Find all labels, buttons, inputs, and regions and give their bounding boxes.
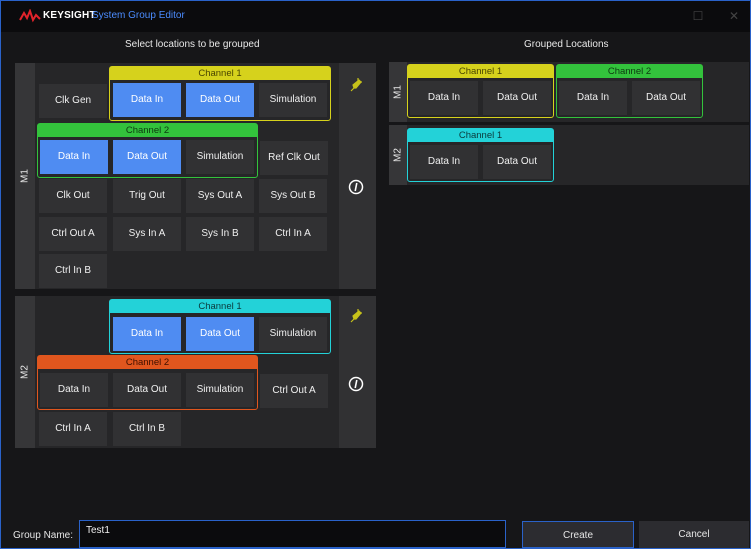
create-button[interactable]: Create (522, 521, 634, 548)
grouped-m1-ch1-data-out[interactable]: Data Out (483, 81, 551, 115)
m2-ctrl-in-b[interactable]: Ctrl In B (113, 412, 181, 446)
grouped-m1-label: M1 (389, 62, 407, 122)
left-caption: Select locations to be grouped (125, 39, 260, 50)
window-title: System Group Editor (92, 10, 185, 21)
m2-ch2-data-out[interactable]: Data Out (113, 373, 181, 407)
m1-channel1-title: Channel 1 (110, 67, 330, 80)
m1-channel2-title: Channel 2 (38, 124, 257, 137)
m1-ch1-simulation[interactable]: Simulation (259, 83, 327, 117)
grouped-m1-channel2-title: Channel 2 (557, 65, 702, 78)
grouped-m1-ch2-data-in[interactable]: Data In (559, 81, 627, 115)
module-m2-label: M2 (15, 296, 35, 448)
m2-channel1-title: Channel 1 (110, 300, 330, 313)
grouped-m2-label: M2 (389, 125, 407, 185)
keysight-logo-icon (19, 9, 41, 23)
m1-trig-out[interactable]: Trig Out (113, 179, 181, 213)
plug-icon[interactable] (348, 308, 364, 324)
m1-sys-out-b[interactable]: Sys Out B (259, 179, 327, 213)
brand-name: KEYSIGHT (43, 10, 96, 21)
m2-ctrl-out-a[interactable]: Ctrl Out A (260, 374, 328, 408)
grouped-m2-ch1-data-out[interactable]: Data Out (483, 145, 551, 179)
m1-sys-out-a[interactable]: Sys Out A (186, 179, 254, 213)
m1-ch2-data-out[interactable]: Data Out (113, 140, 181, 174)
m1-ch1-data-in[interactable]: Data In (113, 83, 181, 117)
m2-ch1-data-out[interactable]: Data Out (186, 317, 254, 351)
m1-sys-in-b[interactable]: Sys In B (186, 217, 254, 251)
group-name-label: Group Name: (13, 530, 74, 541)
m1-sys-in-a[interactable]: Sys In A (113, 217, 181, 251)
module-m1-label: M1 (15, 63, 35, 289)
cancel-button[interactable]: Cancel (639, 521, 749, 548)
right-caption: Grouped Locations (524, 39, 609, 50)
maximize-icon[interactable]: ☐ (691, 9, 705, 23)
m2-ch1-data-in[interactable]: Data In (113, 317, 181, 351)
m1-clk-out[interactable]: Clk Out (39, 179, 107, 213)
info-icon[interactable] (348, 179, 364, 195)
group-name-input[interactable]: Test1 (79, 520, 506, 548)
m1-ch1-data-out[interactable]: Data Out (186, 83, 254, 117)
module-m1-sidebar (339, 63, 376, 289)
grouped-m1-channel1-title: Channel 1 (408, 65, 553, 78)
grouped-m1-ch1-data-in[interactable]: Data In (410, 81, 478, 115)
info-icon[interactable] (348, 376, 364, 392)
m1-ctrl-in-b[interactable]: Ctrl In B (39, 254, 107, 288)
m1-ctrl-in-a[interactable]: Ctrl In A (259, 217, 327, 251)
m2-ch1-simulation[interactable]: Simulation (259, 317, 327, 351)
title-bar: KEYSIGHT System Group Editor ☐ ✕ (1, 1, 750, 32)
m2-ctrl-in-a[interactable]: Ctrl In A (39, 412, 107, 446)
grouped-m2-channel1-title: Channel 1 (408, 129, 553, 142)
m2-ch2-simulation[interactable]: Simulation (186, 373, 254, 407)
m1-ctrl-out-a[interactable]: Ctrl Out A (39, 217, 107, 251)
m1-ref-clk-out[interactable]: Ref Clk Out (260, 141, 328, 175)
grouped-m1-ch2-data-out[interactable]: Data Out (632, 81, 700, 115)
plug-icon[interactable] (348, 77, 364, 93)
m1-ch2-simulation[interactable]: Simulation (186, 140, 254, 174)
close-icon[interactable]: ✕ (727, 9, 741, 23)
grouped-m2-ch1-data-in[interactable]: Data In (410, 145, 478, 179)
m2-ch2-data-in[interactable]: Data In (40, 373, 108, 407)
m1-ch2-data-in[interactable]: Data In (40, 140, 108, 174)
m2-channel2-title: Channel 2 (38, 356, 257, 369)
system-group-editor-window: KEYSIGHT System Group Editor ☐ ✕ Select … (0, 0, 751, 549)
m1-clk-gen[interactable]: Clk Gen (39, 84, 107, 118)
